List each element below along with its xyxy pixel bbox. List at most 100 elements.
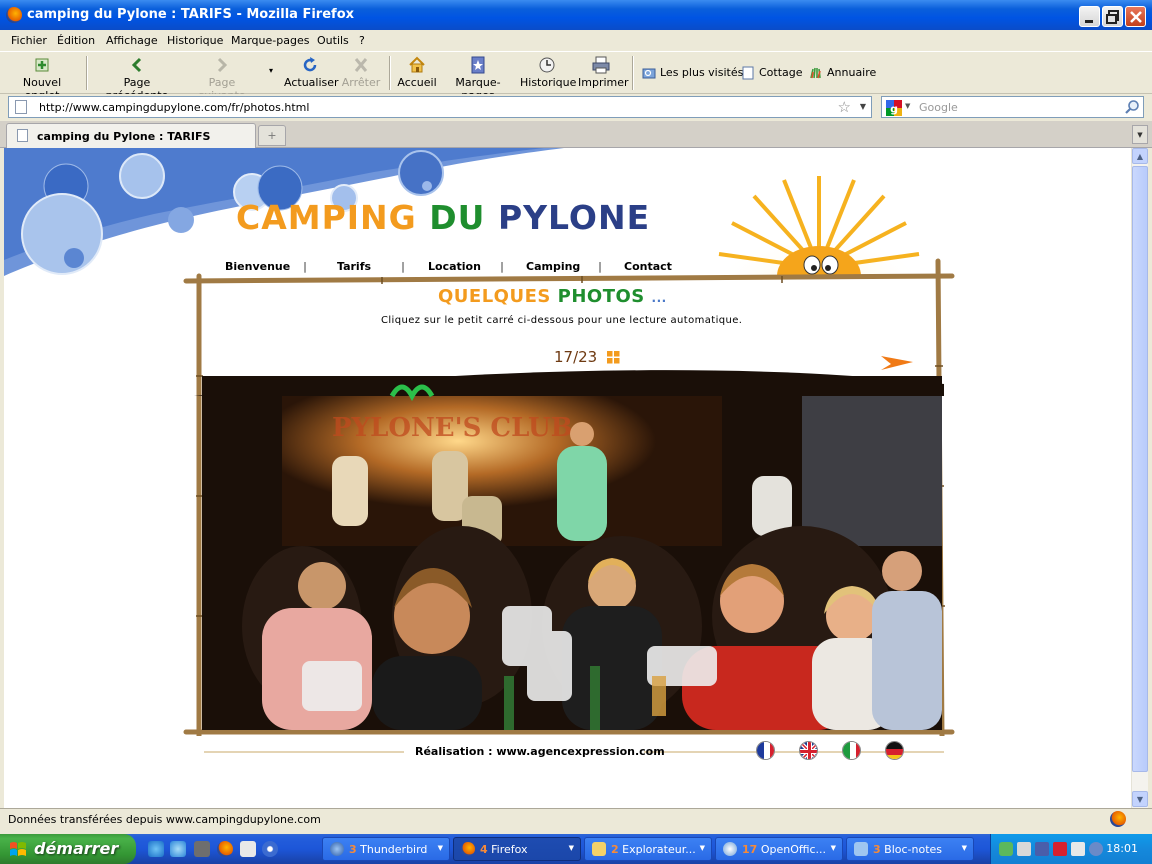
tab-label: camping du Pylone : TARIFS (37, 130, 211, 143)
windows-logo-icon (10, 842, 26, 856)
new-tab-plus-button[interactable]: + (258, 125, 286, 146)
toolbar-separator (86, 56, 88, 90)
stop-icon (354, 58, 368, 72)
thunderbird-icon (330, 842, 344, 856)
history-dropdown-button[interactable]: ▾ (266, 66, 276, 75)
menu-edition[interactable]: Édition (57, 34, 95, 47)
chevron-down-icon: ▼ (568, 844, 574, 852)
annuaire-icon (810, 67, 821, 79)
chevron-down-icon: ▼ (961, 844, 967, 852)
printer-tray-icon[interactable] (1017, 842, 1031, 856)
reload-button[interactable]: Actualiser (284, 56, 339, 89)
scrollbar-thumb[interactable] (1132, 166, 1148, 772)
print-button[interactable]: Imprimer (578, 56, 629, 89)
home-icon (409, 56, 425, 73)
taskbar-firefox[interactable]: 4 Firefox ▼ (453, 837, 581, 861)
flag-de-icon[interactable] (885, 741, 904, 760)
close-icon (1130, 11, 1142, 23)
media-shortcut-icon[interactable] (262, 841, 278, 857)
slideshow-instruction: Cliquez sur le petit carré ci-dessous po… (381, 315, 743, 326)
location-toolbar: http://www.campingdupylone.com/fr/photos… (0, 94, 1152, 121)
menu-historique[interactable]: Historique (167, 34, 223, 47)
status-text: Données transférées depuis www.campingdu… (8, 813, 321, 826)
tab-bar: camping du Pylone : TARIFS + ▼ (0, 121, 1152, 148)
antivirus-tray-icon[interactable] (1053, 842, 1067, 856)
search-icon[interactable] (1124, 99, 1140, 115)
svg-text:PYLONE'S CLUB: PYLONE'S CLUB (332, 413, 573, 443)
minimize-button[interactable] (1079, 6, 1100, 27)
menu-fichier[interactable]: Fichier (11, 34, 47, 47)
reload-icon (303, 57, 317, 72)
url-field[interactable]: http://www.campingdupylone.com/fr/photos… (8, 96, 872, 118)
firefox-status-icon[interactable] (1110, 811, 1126, 827)
security-tray-icon[interactable] (1035, 842, 1049, 856)
bookmarks-icon (471, 56, 485, 74)
window-title-bar[interactable]: camping du Pylone : TARIFS - Mozilla Fir… (0, 0, 1152, 30)
window-title: camping du Pylone : TARIFS - Mozilla Fir… (27, 7, 355, 22)
firefox-shortcut-icon[interactable] (217, 841, 233, 857)
close-button[interactable] (1125, 6, 1146, 27)
search-field[interactable]: g ▼ Google (881, 96, 1144, 118)
forward-arrow-icon (217, 57, 228, 73)
taskbar-bloc-notes[interactable]: 3 Bloc-notes ▼ (846, 837, 974, 861)
menu-help[interactable]: ? (359, 34, 365, 47)
clock-icon (539, 57, 555, 73)
app-shortcut-icon[interactable] (240, 841, 256, 857)
maximize-button[interactable] (1102, 6, 1123, 27)
firefox-icon (6, 7, 22, 23)
search-engine-dropdown-icon[interactable]: ▼ (905, 102, 910, 110)
url-dropdown-icon[interactable]: ▼ (860, 102, 866, 111)
minimize-icon (1085, 20, 1093, 23)
volume-tray-icon[interactable] (1071, 842, 1085, 856)
page-content[interactable]: CAMPING DU PYLONE Bienvenue | Tarifs | L… (4, 148, 1131, 808)
menu-bar: Fichier Édition Affichage Historique Mar… (0, 30, 1152, 51)
navigation-toolbar: Nouvel onglet Page précédente Page suiva… (0, 51, 1152, 102)
chevron-down-icon: ▼ (699, 844, 705, 852)
internet-explorer-icon[interactable] (148, 841, 164, 857)
page-icon (15, 100, 27, 114)
menu-marque-pages[interactable]: Marque-pages (231, 34, 309, 47)
camping-logo[interactable]: CAMPING DU PYLONE (236, 198, 650, 237)
vertical-scrollbar[interactable]: ▲ ▼ (1131, 148, 1148, 808)
page-icon (742, 66, 754, 80)
explorer-shortcut-icon[interactable] (194, 841, 210, 857)
google-search-engine-icon[interactable]: g (886, 100, 902, 116)
concert-photo[interactable]: PYLONE'S CLUB (202, 376, 942, 730)
openoffice-icon (723, 842, 737, 856)
section-title: QUELQUES PHOTOS ... (438, 286, 667, 307)
start-button[interactable]: démarrer (0, 834, 136, 864)
notepad-icon (854, 842, 868, 856)
tab-list-dropdown-icon[interactable]: ▼ (1132, 125, 1148, 144)
bookmark-annuaire[interactable]: Annuaire (809, 66, 876, 80)
scroll-up-arrow-icon[interactable]: ▲ (1132, 148, 1148, 164)
update-tray-icon[interactable] (1089, 842, 1103, 856)
flag-uk-icon[interactable] (799, 741, 818, 760)
taskbar-thunderbird[interactable]: 3 Thunderbird ▼ (322, 837, 450, 861)
menu-affichage[interactable]: Affichage (106, 34, 158, 47)
page-icon (17, 129, 28, 142)
flag-fr-icon[interactable] (756, 741, 775, 760)
menu-outils[interactable]: Outils (317, 34, 349, 47)
search-placeholder: Google (919, 101, 958, 114)
history-button[interactable]: Historique (520, 56, 576, 89)
scroll-down-arrow-icon[interactable]: ▼ (1132, 791, 1148, 807)
ie-shortcut-icon[interactable] (170, 841, 186, 857)
network-tray-icon[interactable] (999, 842, 1013, 856)
star-bookmark-icon[interactable]: ☆ (838, 98, 851, 116)
flag-it-icon[interactable] (842, 741, 861, 760)
photo-image: PYLONE'S CLUB (202, 376, 942, 730)
taskbar-explorateur[interactable]: 2 Explorateur... ▼ (584, 837, 712, 861)
url-text: http://www.campingdupylone.com/fr/photos… (39, 101, 310, 114)
credit-text[interactable]: Réalisation : www.agencexpression.com (415, 745, 665, 758)
taskbar-openoffice[interactable]: 17 OpenOffic... ▼ (715, 837, 843, 861)
stop-button[interactable]: Arrêter (340, 56, 382, 89)
tab-camping[interactable]: camping du Pylone : TARIFS (6, 123, 256, 148)
bookmark-cottage[interactable]: Cottage (741, 66, 803, 80)
folder-icon (592, 842, 606, 856)
home-button[interactable]: Accueil (397, 56, 437, 89)
chevron-down-icon: ▼ (830, 844, 836, 852)
firefox-icon (461, 842, 475, 856)
toolbar-separator (632, 56, 634, 90)
restore-icon (1106, 10, 1119, 24)
bookmark-most-visited[interactable]: Les plus visités (642, 66, 743, 80)
